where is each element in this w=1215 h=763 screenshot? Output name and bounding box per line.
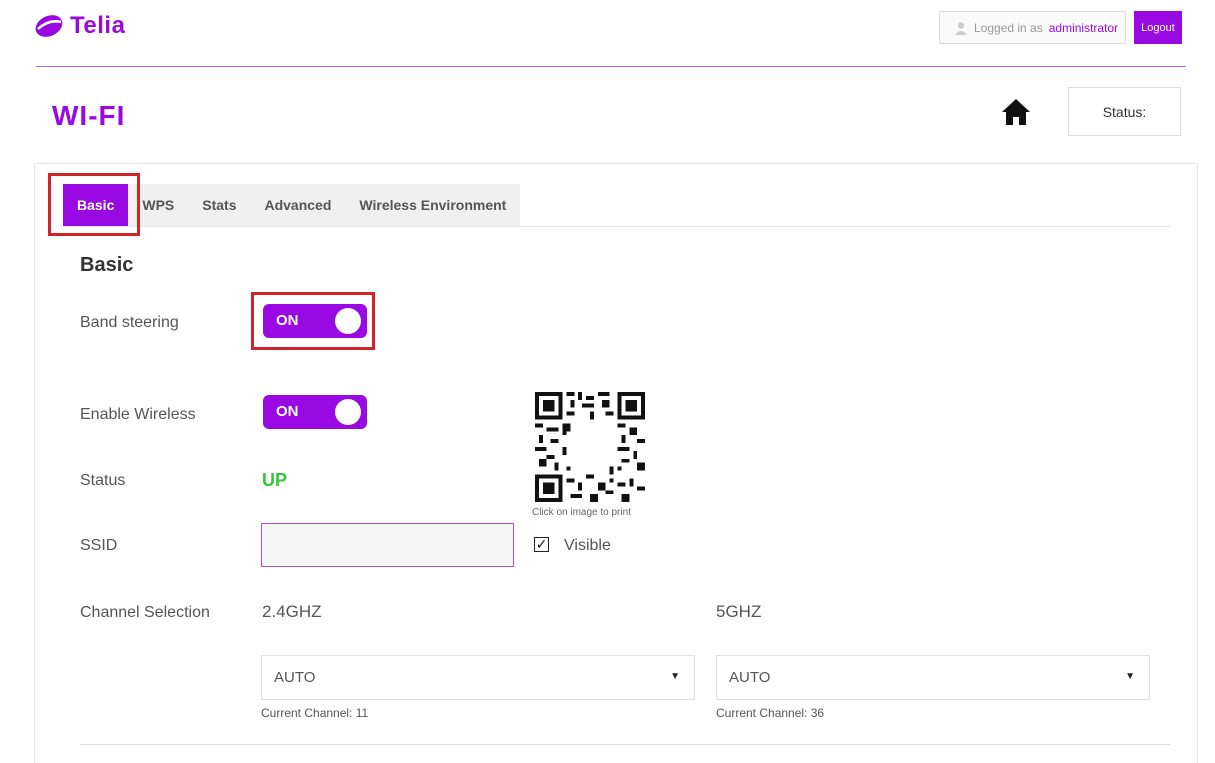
highlight-box-band-steering	[251, 292, 375, 350]
username: administrator	[1048, 20, 1119, 35]
logged-in-prefix: Logged in as	[974, 20, 1043, 35]
status-button[interactable]: Status:	[1068, 87, 1181, 136]
home-icon[interactable]	[1000, 96, 1032, 128]
logout-button[interactable]: Logout	[1134, 11, 1182, 44]
section-title: Basic	[80, 254, 134, 276]
enable-wireless-toggle[interactable]: ON	[263, 395, 367, 429]
visible-checkbox[interactable]: ✓	[534, 537, 549, 552]
tab-advanced[interactable]: Advanced	[250, 184, 346, 226]
band-steering-label: Band steering	[80, 314, 179, 331]
status-label: Status:	[1102, 103, 1147, 120]
telia-pebble-icon	[35, 15, 63, 37]
tab-wireless-environment[interactable]: Wireless Environment	[345, 184, 521, 226]
visible-label: Visible	[564, 537, 611, 554]
band-5ghz-label: 5GHZ	[716, 602, 762, 621]
channel-selection-label: Channel Selection	[80, 604, 210, 621]
channel-select-24ghz-value: AUTO	[274, 669, 316, 686]
user-icon	[955, 21, 967, 35]
brand-name: Telia	[70, 12, 126, 39]
current-channel-24ghz: Current Channel: 11	[261, 706, 369, 720]
header-divider	[36, 66, 1186, 67]
channel-select-24ghz[interactable]: AUTO ▼	[261, 655, 695, 700]
wifi-qr-code[interactable]	[530, 388, 650, 506]
highlight-box-tab	[48, 173, 140, 236]
telia-logo[interactable]: Telia	[34, 12, 125, 40]
channel-select-5ghz-value: AUTO	[729, 669, 771, 686]
user-info: Logged in as administrator	[939, 11, 1126, 44]
wireless-status-value: UP	[262, 470, 288, 490]
band-24ghz-label: 2.4GHZ	[262, 602, 322, 621]
page-title: WI-FI	[52, 100, 126, 131]
tabs-divider	[63, 226, 1170, 227]
chevron-down-icon: ▼	[670, 671, 680, 682]
toggle-knob	[335, 399, 361, 425]
qr-caption: Click on image to print	[532, 507, 631, 518]
section-divider	[80, 744, 1170, 745]
tab-stats[interactable]: Stats	[188, 184, 251, 226]
current-channel-5ghz: Current Channel: 36	[716, 706, 825, 720]
ssid-input[interactable]	[261, 523, 514, 567]
chevron-down-icon: ▼	[1125, 671, 1135, 682]
ssid-label: SSID	[80, 537, 118, 554]
enable-wireless-label: Enable Wireless	[80, 406, 196, 423]
status-field-label: Status	[80, 472, 126, 489]
enable-wireless-toggle-label: ON	[276, 403, 299, 420]
channel-select-5ghz[interactable]: AUTO ▼	[716, 655, 1150, 700]
